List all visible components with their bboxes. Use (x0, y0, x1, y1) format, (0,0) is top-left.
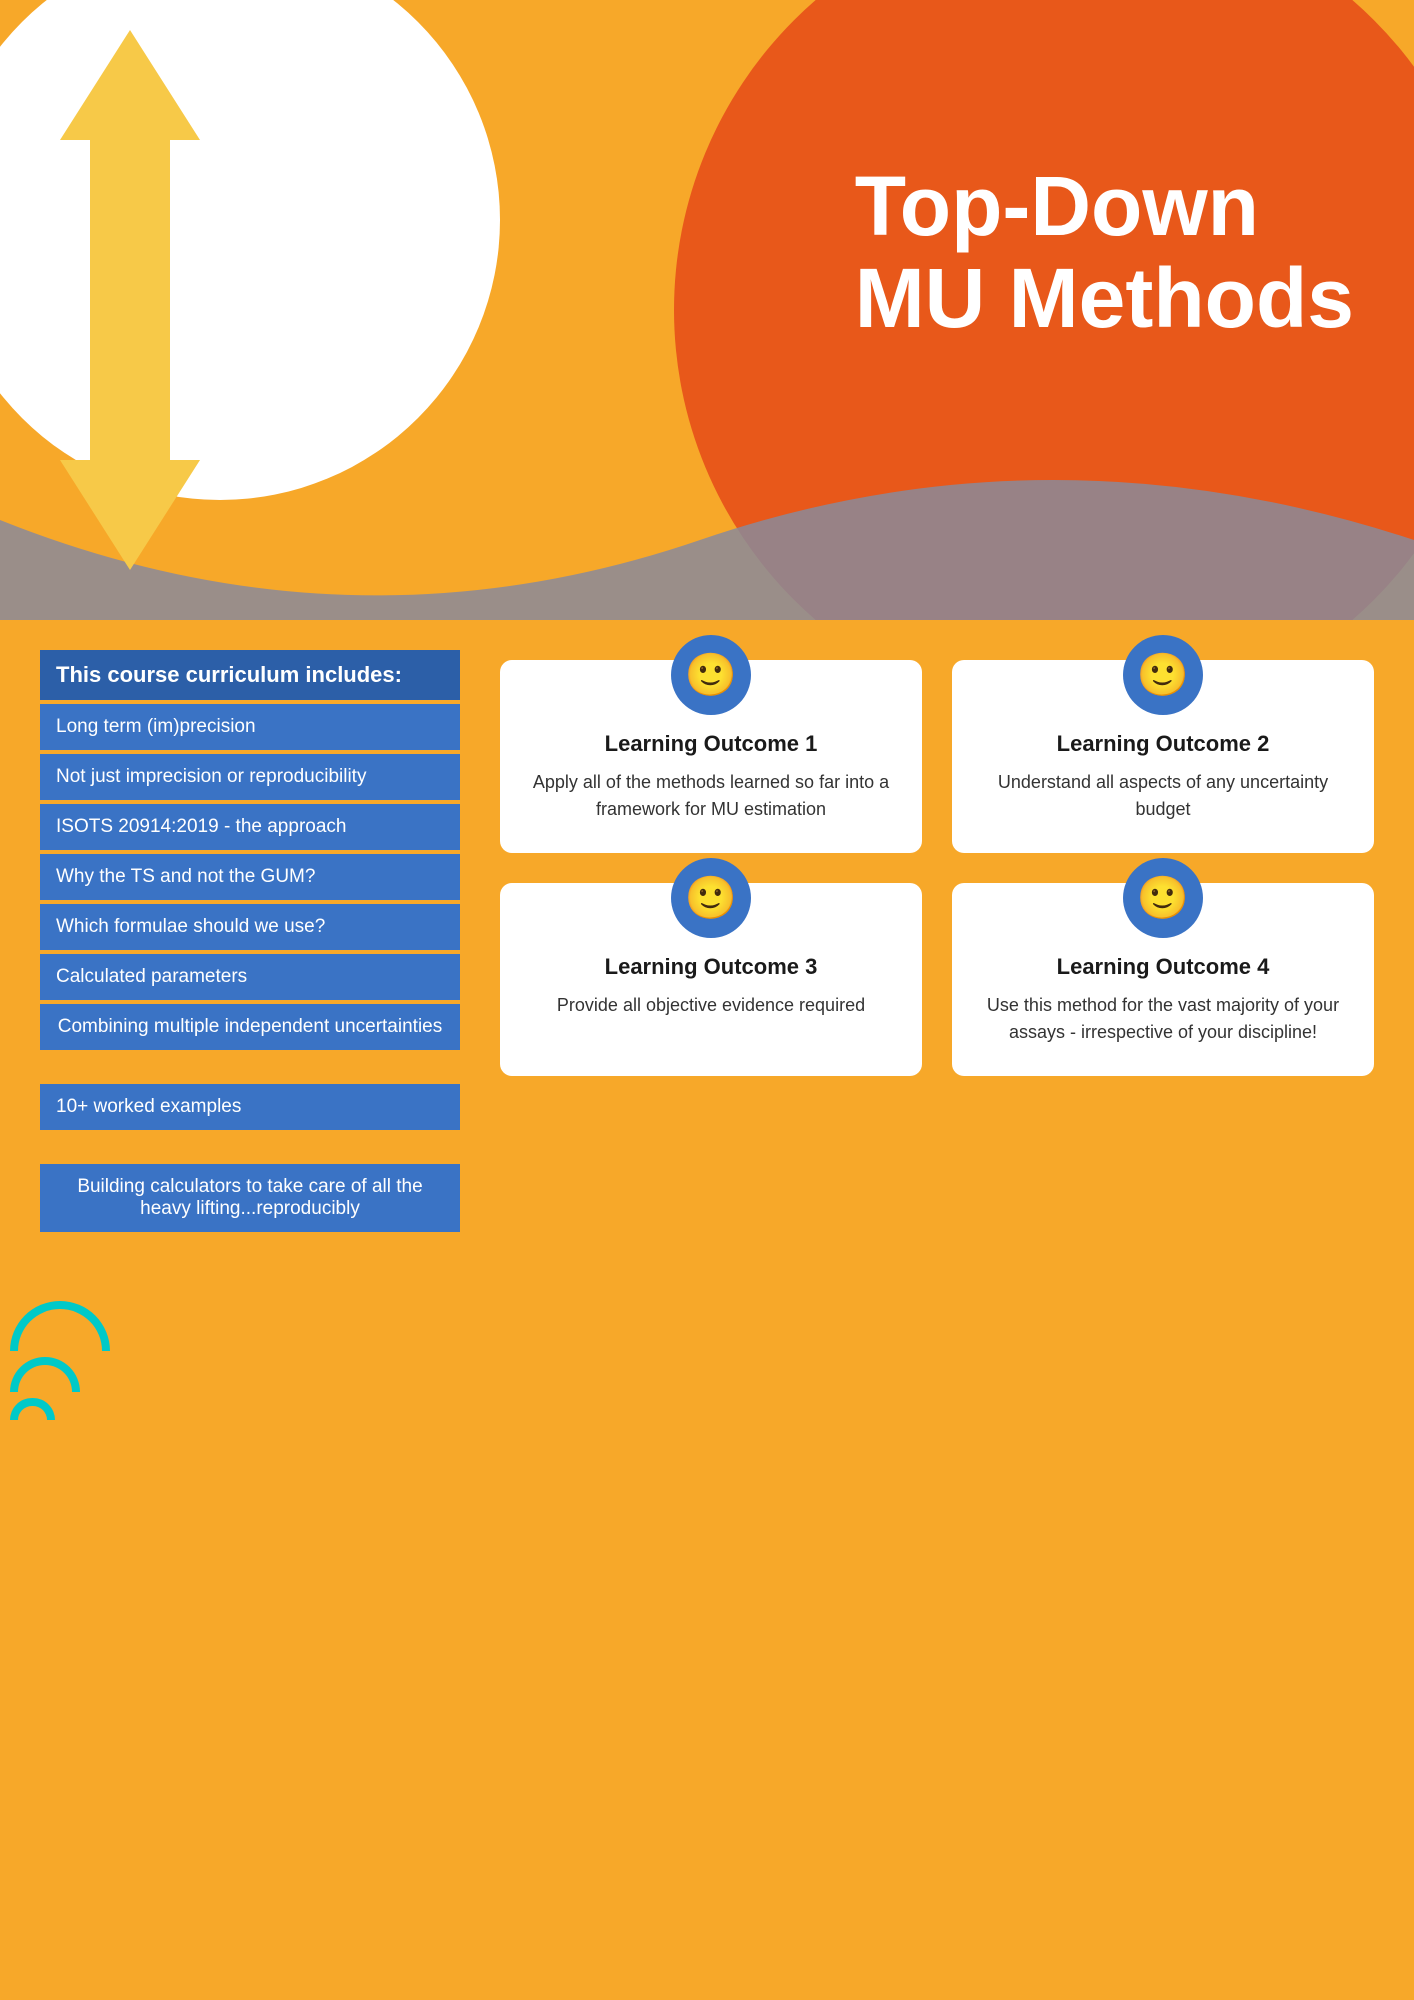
outcome-1-desc: Apply all of the methods learned so far … (524, 769, 898, 823)
curriculum-spacer-2 (40, 1134, 460, 1164)
curriculum-list: This course curriculum includes: Long te… (40, 650, 460, 1236)
cyan-arc-3 (10, 1398, 55, 1420)
outcome-2-title: Learning Outcome 2 (1057, 731, 1270, 757)
arrow-down-icon (60, 460, 200, 570)
cyan-arc-1 (10, 1301, 110, 1351)
outcome-1-title: Learning Outcome 1 (605, 731, 818, 757)
curriculum-item-9: Building calculators to take care of all… (40, 1164, 460, 1232)
outcome-3-icon: 🙂 (671, 858, 751, 938)
outcome-2-desc: Understand all aspects of any uncertaint… (976, 769, 1350, 823)
page-title: Top-Down MU Methods (855, 160, 1354, 345)
title-line1: Top-Down (855, 160, 1354, 252)
curriculum-item-1: Long term (im)precision (40, 704, 460, 750)
curriculum-header: This course curriculum includes: (40, 650, 460, 700)
arrow-shaft-up (90, 140, 170, 300)
arrow-shaft-down (90, 300, 170, 460)
curriculum-item-4: Why the TS and not the GUM? (40, 854, 460, 900)
curriculum-item-2: Not just imprecision or reproducibility (40, 754, 460, 800)
cyan-arc-2 (10, 1357, 80, 1392)
curriculum-item-5: Which formulae should we use? (40, 904, 460, 950)
curriculum-item-7: Combining multiple independent uncertain… (40, 1004, 460, 1050)
curriculum-item-8: 10+ worked examples (40, 1084, 460, 1130)
curriculum-item-6: Calculated parameters (40, 954, 460, 1000)
outcome-4-icon: 🙂 (1123, 858, 1203, 938)
outcome-1-icon: 🙂 (671, 635, 751, 715)
outcome-3-desc: Provide all objective evidence required (557, 992, 865, 1019)
outcomes-grid: 🙂 Learning Outcome 1 Apply all of the me… (500, 650, 1374, 1076)
outcome-card-1: 🙂 Learning Outcome 1 Apply all of the me… (500, 660, 922, 853)
header-section: Top-Down MU Methods (0, 0, 1414, 620)
outcome-4-desc: Use this method for the vast majority of… (976, 992, 1350, 1046)
outcome-3-title: Learning Outcome 3 (605, 954, 818, 980)
outcome-card-4: 🙂 Learning Outcome 4 Use this method for… (952, 883, 1374, 1076)
curriculum-spacer-1 (40, 1054, 460, 1084)
arrow-up-icon (60, 30, 200, 140)
outcome-4-title: Learning Outcome 4 (1057, 954, 1270, 980)
cyan-waves-decoration (10, 1301, 110, 1426)
outcome-2-icon: 🙂 (1123, 635, 1203, 715)
footer-area (0, 1296, 1414, 1446)
curriculum-item-3: ISOTS 20914:2019 - the approach (40, 804, 460, 850)
outcome-card-2: 🙂 Learning Outcome 2 Understand all aspe… (952, 660, 1374, 853)
arrows-decoration (60, 30, 200, 570)
main-content: This course curriculum includes: Long te… (0, 620, 1414, 1296)
title-line2: MU Methods (855, 252, 1354, 344)
outcome-card-3: 🙂 Learning Outcome 3 Provide all objecti… (500, 883, 922, 1076)
